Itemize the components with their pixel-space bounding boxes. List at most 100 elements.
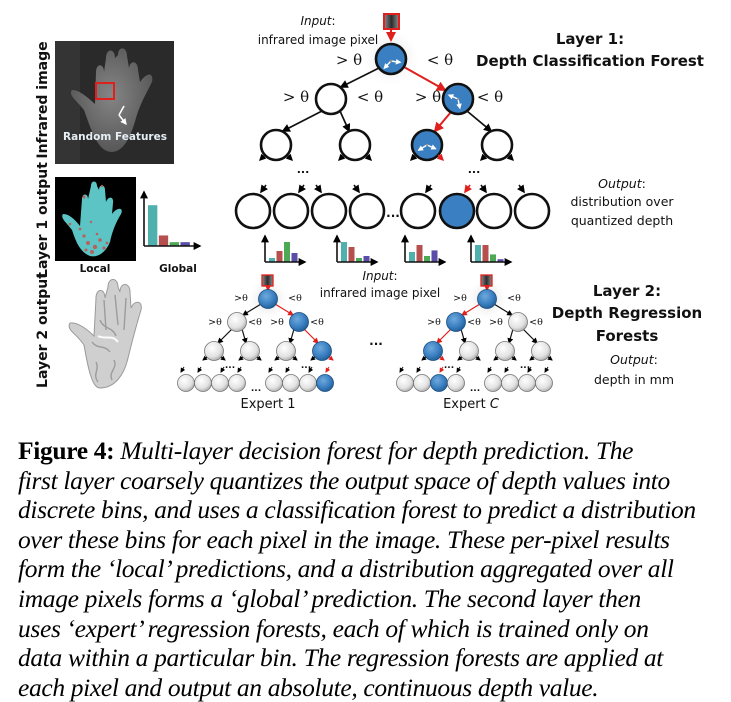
caption-line: over these bins for each pixel in the im… (18, 524, 670, 554)
root-split-node-active (374, 42, 408, 76)
leaf-node (228, 374, 246, 392)
histogram-bar (284, 242, 290, 262)
histogram-bar (431, 250, 438, 262)
expert-1-regression-tree: >θ <θ >θ <θ >θ <θ......... (177, 274, 334, 394)
histogram-bar (482, 245, 489, 262)
leaf-node (513, 192, 551, 230)
split-label-less: < θ (477, 88, 503, 106)
split-label-greater: >θ (234, 293, 248, 304)
layer1-input-desc: infrared image pixel (258, 33, 379, 47)
histogram-bar (291, 253, 298, 262)
child-edge-stub (202, 355, 208, 361)
child-edge-stub (547, 355, 553, 361)
depth-ellipsis: ... (301, 361, 311, 371)
caption-line: each pixel and output an absolute, conti… (18, 672, 599, 702)
leaf-edge (260, 184, 268, 194)
layer1-title-line1: Layer 1: (556, 30, 624, 48)
split-label-greater: > θ (336, 51, 362, 69)
leaf-node (396, 374, 414, 392)
layer1-output-label: Output: (598, 176, 646, 191)
child-edge-stub (475, 355, 481, 361)
leaf-node (399, 192, 437, 230)
tree-edge (339, 110, 351, 133)
leaf-edge (487, 366, 493, 373)
child-edge-stub (493, 355, 499, 361)
child-edge-stub (529, 355, 535, 361)
layer1-leaf-row: ... (234, 184, 551, 266)
leaf-histogram (401, 234, 447, 266)
child-edge-stub (511, 355, 517, 361)
caption-line: image pixels forms a ‘global’ prediction… (18, 583, 641, 613)
leaf-edge (425, 184, 433, 194)
local-prediction-image (55, 177, 136, 261)
leaf-ellipsis: ... (251, 384, 261, 394)
leaf-ellipsis: ... (386, 206, 400, 220)
child-edge-stub (238, 355, 244, 361)
histogram-bar (348, 247, 355, 262)
caption-label: Figure 4: (18, 436, 115, 465)
leaf-node (194, 374, 212, 392)
global-histogram (140, 190, 202, 250)
split-node-active (446, 312, 466, 332)
child-edge-stub (506, 153, 514, 161)
split-node (276, 341, 296, 361)
leaf-node (484, 374, 502, 392)
leaf-edge (517, 184, 525, 194)
histogram-bar (409, 252, 415, 262)
split-node (338, 128, 372, 162)
histogram-bar (475, 245, 481, 262)
tree-edge-active (433, 111, 452, 133)
infrared-image: Random Features (55, 41, 174, 164)
leaf-node (299, 374, 317, 392)
tree-edge (466, 110, 493, 133)
row-label-infrared: Infrared image (35, 41, 51, 158)
expert-c-label: Expert C (443, 397, 500, 412)
leaf-node-active (438, 192, 476, 230)
histogram-bar (341, 242, 347, 262)
leaf-histogram (261, 234, 307, 266)
leaf-edge (352, 184, 360, 194)
leaf-edge (285, 366, 291, 373)
leaf-node (501, 374, 519, 392)
input-pixel-patch (480, 274, 493, 287)
layer1-output-line2: quantized depth (571, 213, 673, 228)
split-label-less: <θ (467, 317, 481, 328)
child-edge-stub (256, 355, 262, 361)
split-node (480, 128, 514, 162)
child-edge-stub (457, 355, 463, 361)
split-label-greater: >θ (270, 317, 284, 328)
split-label-greater: > θ (283, 88, 309, 106)
global-label: Global (159, 263, 197, 275)
child-edge-stub (364, 153, 372, 161)
tree-edge-active (436, 328, 452, 344)
leaf-node (265, 374, 283, 392)
child-edge-stub (338, 153, 346, 161)
leaf-edge (456, 366, 462, 373)
split-node (314, 82, 348, 116)
leaf-node (272, 192, 310, 230)
leaf-edge (504, 366, 510, 373)
split-label-greater: >θ (427, 317, 441, 328)
split-node (531, 341, 551, 361)
histogram-bar (276, 251, 283, 262)
input-pixel-patch (261, 274, 274, 287)
layer2-output-label: Output: (610, 352, 658, 367)
leaf-node (535, 374, 553, 392)
leaf-node (234, 192, 272, 230)
histogram-bar (424, 256, 430, 262)
layer1-title-line2: Depth Classification Forest (476, 52, 704, 70)
root-split-node-active (258, 289, 278, 309)
histogram-bar (148, 205, 158, 246)
caption-line: first layer coarsely quantizes the outpu… (18, 465, 670, 495)
child-edge-stub (310, 355, 316, 361)
split-label-greater: >θ (208, 317, 222, 328)
child-edge-stub (220, 355, 226, 361)
row-label-layer2: Layer 2 output (35, 272, 51, 388)
leaf-edge-active (325, 366, 331, 373)
child-edge-stub (436, 153, 444, 161)
leaf-edge (544, 366, 550, 373)
child-edge-stub (259, 153, 267, 161)
leaf-edge (298, 184, 306, 194)
leaf-edge (220, 366, 226, 373)
depth-ellipsis: ... (444, 361, 454, 371)
